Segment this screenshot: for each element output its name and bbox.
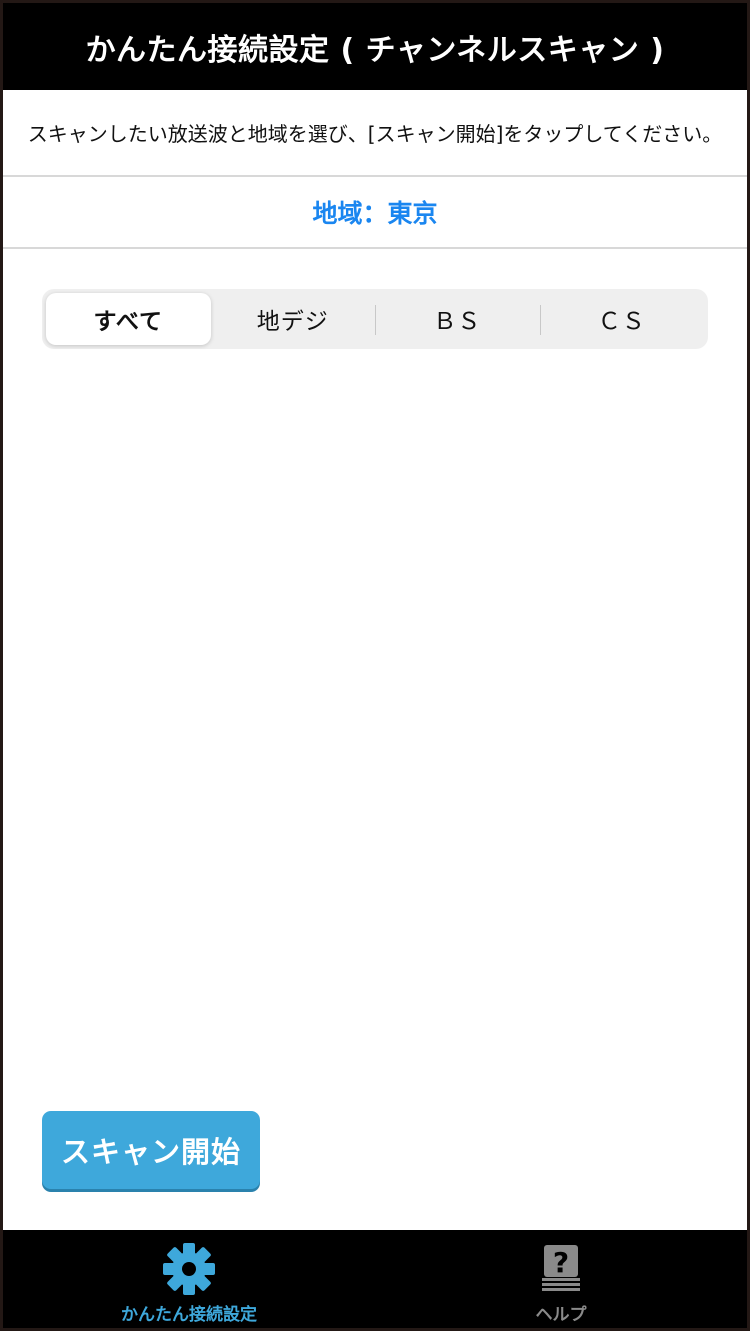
segment-terrestrial-label: 地デジ bbox=[256, 309, 329, 335]
region-selector[interactable]: 地域：東京 bbox=[3, 177, 747, 249]
instruction-label: スキャンしたい放送波と地域を選び、[スキャン開始]をタップしてください。 bbox=[27, 122, 723, 146]
segment-all-label: すべて bbox=[93, 309, 163, 335]
app-screen: かんたん接続設定 ( チャンネルスキャン ) スキャンしたい放送波と地域を選び、… bbox=[3, 3, 747, 1328]
help-book-icon: ? bbox=[542, 1245, 580, 1291]
instruction-text: スキャンしたい放送波と地域を選び、[スキャン開始]をタップしてください。 bbox=[3, 90, 747, 177]
segment-all[interactable]: すべて bbox=[46, 293, 211, 345]
svg-text:?: ? bbox=[553, 1246, 569, 1279]
gear-icon bbox=[163, 1243, 215, 1295]
segment-cs[interactable]: ＣＳ bbox=[539, 293, 705, 345]
region-label: 地域：東京 bbox=[312, 199, 438, 228]
broadcast-segmented-control: すべて 地デジ ＢＳ ＣＳ bbox=[42, 289, 708, 349]
segment-bs-label: ＢＳ bbox=[433, 309, 482, 335]
segment-terrestrial[interactable]: 地デジ bbox=[211, 293, 376, 345]
page-title: かんたん接続設定 ( チャンネルスキャン ) bbox=[3, 3, 747, 90]
page-title-text: かんたん接続設定 ( チャンネルスキャン ) bbox=[85, 32, 665, 68]
segment-cs-label: ＣＳ bbox=[597, 309, 646, 335]
tab-help-label: ヘルプ bbox=[535, 1305, 587, 1325]
segment-bs[interactable]: ＢＳ bbox=[375, 293, 540, 345]
bottom-tab-bar: かんたん接続設定 ? ヘルプ bbox=[3, 1230, 747, 1328]
tab-help[interactable]: ? ヘルプ bbox=[375, 1230, 747, 1328]
scan-start-label: スキャン開始 bbox=[60, 1135, 241, 1169]
tab-easy-setup[interactable]: かんたん接続設定 bbox=[3, 1230, 375, 1328]
tab-easy-setup-label: かんたん接続設定 bbox=[121, 1305, 257, 1325]
scan-start-button[interactable]: スキャン開始 bbox=[42, 1111, 260, 1189]
